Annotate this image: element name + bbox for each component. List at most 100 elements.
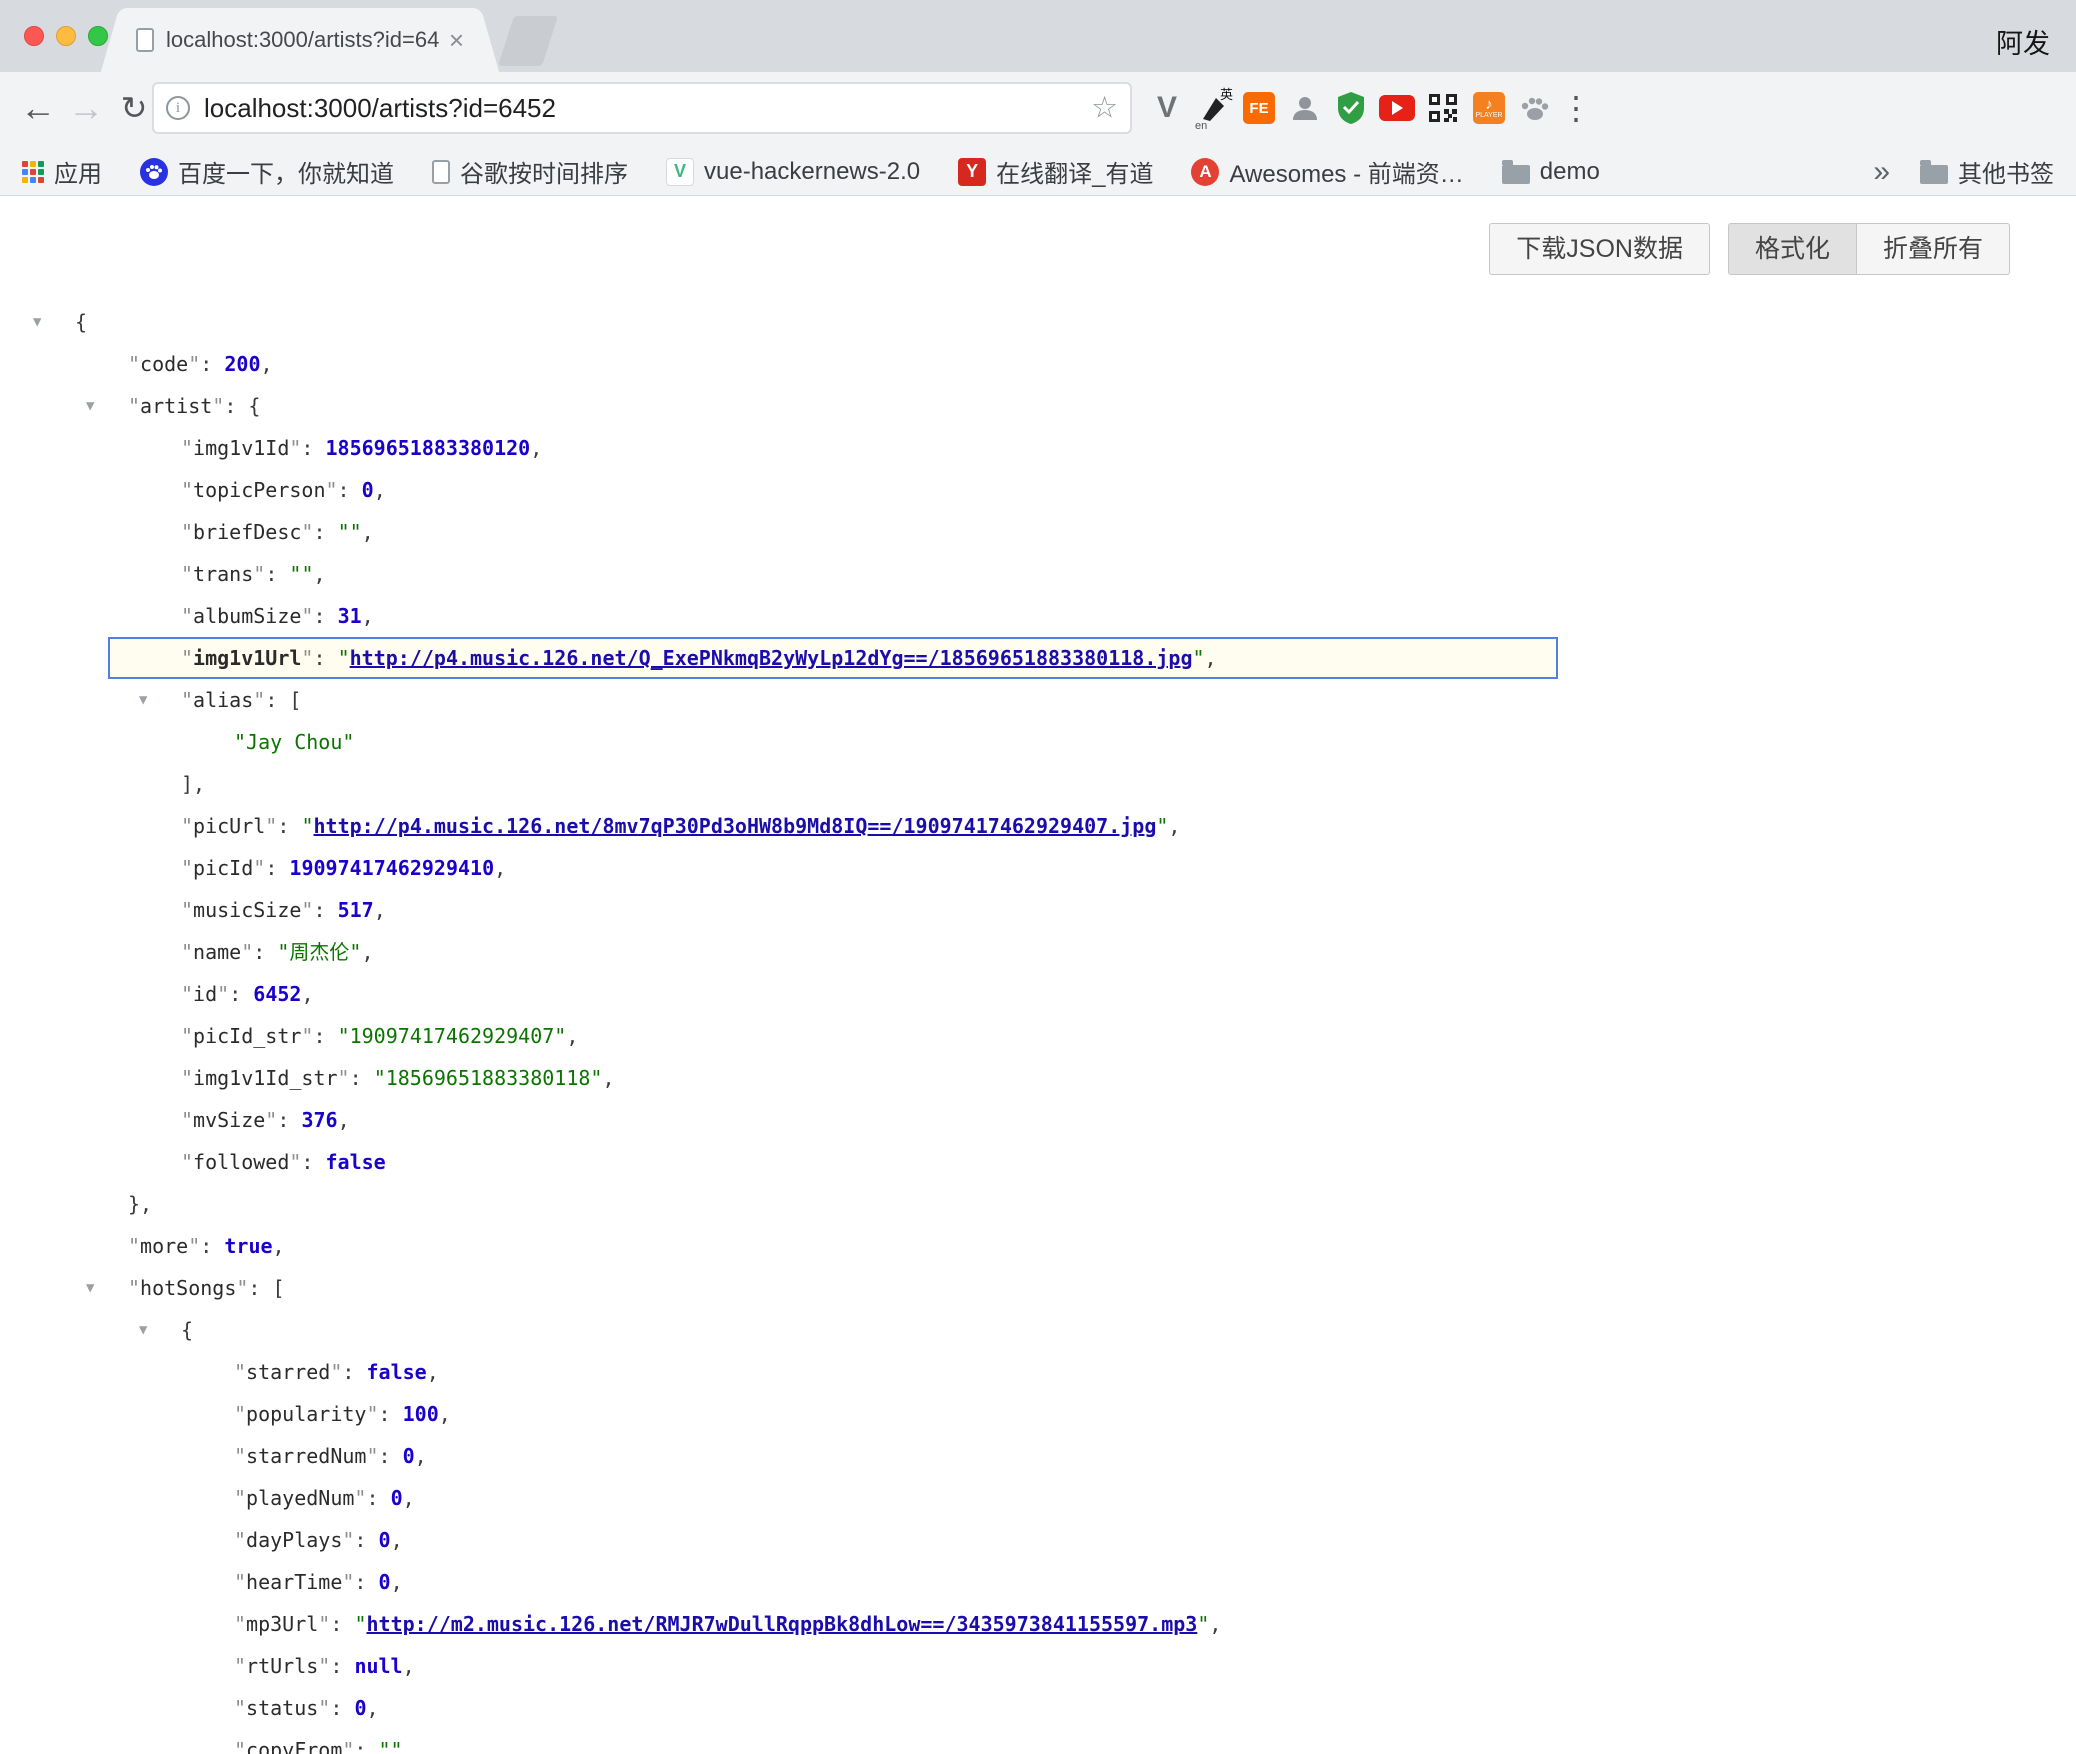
json-line: "hearTime": 0, xyxy=(0,1561,2076,1603)
json-line: "starredNum": 0, xyxy=(0,1435,2076,1477)
json-key: dayPlays xyxy=(246,1528,342,1552)
bookmark-apps[interactable]: 应用 xyxy=(22,154,102,189)
baidu-icon xyxy=(140,158,168,186)
json-line[interactable]: "img1v1Url": "http://p4.music.126.net/Q_… xyxy=(108,637,1558,679)
bookmark-item-vue-hackernews[interactable]: V vue-hackernews-2.0 xyxy=(666,158,920,186)
json-key: trans xyxy=(193,562,253,586)
json-tree: ▼{"code": 200,▼"artist": {"img1v1Id": 18… xyxy=(0,301,2076,1754)
extension-translate-icon[interactable]: 英 en xyxy=(1192,85,1234,131)
json-key: followed xyxy=(193,1150,289,1174)
browser-toolbar: ← → ↻ i localhost:3000/artists?id=6452 ☆… xyxy=(0,72,2076,148)
collapse-toggle-icon[interactable]: ▼ xyxy=(33,301,41,343)
extension-v-icon[interactable]: V xyxy=(1146,85,1188,131)
json-link[interactable]: http://m2.music.126.net/RMJR7wDullRqppBk… xyxy=(366,1612,1197,1636)
folder-icon xyxy=(1920,165,1948,184)
json-key: hearTime xyxy=(246,1570,342,1594)
json-key: more xyxy=(140,1234,188,1258)
json-line: "Jay Chou" xyxy=(0,721,2076,763)
json-link[interactable]: http://p4.music.126.net/8mv7qP30Pd3oHW8b… xyxy=(313,814,1156,838)
json-line: "name": "周杰伦", xyxy=(0,931,2076,973)
json-line: ▼{ xyxy=(0,1309,2076,1351)
json-key: albumSize xyxy=(193,604,301,628)
json-key: code xyxy=(140,352,188,376)
bookmark-item-awesomes[interactable]: A Awesomes - 前端资… xyxy=(1191,154,1463,189)
json-line: ▼"alias": [ xyxy=(0,679,2076,721)
download-json-button[interactable]: 下载JSON数据 xyxy=(1489,223,1710,275)
json-line: "code": 200, xyxy=(0,343,2076,385)
other-bookmarks[interactable]: 其他书签 xyxy=(1920,154,2054,189)
json-line: "picId_str": "19097417462929407", xyxy=(0,1015,2076,1057)
json-line: "starred": false, xyxy=(0,1351,2076,1393)
extension-player-icon[interactable]: ♪ PLAYER xyxy=(1468,85,1510,131)
new-tab-button[interactable] xyxy=(498,16,558,66)
address-bar[interactable]: i localhost:3000/artists?id=6452 ☆ xyxy=(152,82,1132,134)
json-line: "picId": 19097417462929410, xyxy=(0,847,2076,889)
collapse-toggle-icon[interactable]: ▼ xyxy=(86,1267,94,1309)
json-key: artist xyxy=(140,394,212,418)
json-line: "popularity": 100, xyxy=(0,1393,2076,1435)
json-line: "more": true, xyxy=(0,1225,2076,1267)
json-key: id xyxy=(193,982,217,1006)
forward-button[interactable]: → xyxy=(62,84,110,132)
bookmark-item-demo[interactable]: demo xyxy=(1502,158,1600,186)
json-line: "copyFrom": "", xyxy=(0,1729,2076,1754)
extension-paw-icon[interactable] xyxy=(1514,85,1556,131)
bookmark-item-youdao[interactable]: Y 在线翻译_有道 xyxy=(958,154,1153,189)
minimize-window-icon[interactable] xyxy=(56,26,76,46)
json-line: "dayPlays": 0, xyxy=(0,1519,2076,1561)
collapse-toggle-icon[interactable]: ▼ xyxy=(86,385,94,427)
folder-icon xyxy=(1502,165,1530,184)
browser-tab[interactable]: localhost:3000/artists?id=645 × xyxy=(122,8,478,72)
json-line: "albumSize": 31, xyxy=(0,595,2076,637)
json-key: topicPerson xyxy=(193,478,325,502)
maximize-window-icon[interactable] xyxy=(88,26,108,46)
bookmark-item-google-sort[interactable]: 谷歌按时间排序 xyxy=(432,154,628,189)
page-content: 下载JSON数据 格式化 折叠所有 ▼{"code": 200,▼"artist… xyxy=(0,197,2076,1754)
json-key: copyFrom xyxy=(246,1738,342,1754)
json-key: alias xyxy=(193,688,253,712)
collapse-toggle-icon[interactable]: ▼ xyxy=(139,1309,147,1351)
extension-youtube-icon[interactable] xyxy=(1376,85,1418,131)
extension-shield-icon[interactable] xyxy=(1330,85,1372,131)
json-key: hotSongs xyxy=(140,1276,236,1300)
youdao-icon: Y xyxy=(958,158,986,186)
json-line: "img1v1Id": 18569651883380120, xyxy=(0,427,2076,469)
extension-fe-icon[interactable]: FE xyxy=(1238,85,1280,131)
profile-name[interactable]: 阿发 xyxy=(1996,22,2050,61)
bookmarks-overflow-icon[interactable]: » xyxy=(1873,155,1890,189)
window-controls xyxy=(24,26,108,46)
json-key: picUrl xyxy=(193,814,265,838)
json-key: playedNum xyxy=(246,1486,354,1510)
json-line: ▼{ xyxy=(0,301,2076,343)
collapse-all-button[interactable]: 折叠所有 xyxy=(1856,223,2010,275)
json-key: starred xyxy=(246,1360,330,1384)
json-line: "topicPerson": 0, xyxy=(0,469,2076,511)
json-key: mvSize xyxy=(193,1108,265,1132)
json-key: starredNum xyxy=(246,1444,366,1468)
json-key: name xyxy=(193,940,241,964)
json-key: musicSize xyxy=(193,898,301,922)
browser-menu-icon[interactable]: ⋮ xyxy=(1560,89,1590,127)
extension-profile-icon[interactable] xyxy=(1284,85,1326,131)
json-line: ▼"hotSongs": [ xyxy=(0,1267,2076,1309)
bookmark-item-baidu[interactable]: 百度一下，你就知道 xyxy=(140,154,394,189)
address-input[interactable]: localhost:3000/artists?id=6452 xyxy=(204,93,556,124)
translate-sub-label: en xyxy=(1195,120,1207,132)
extension-qrcode-icon[interactable] xyxy=(1422,85,1464,131)
close-window-icon[interactable] xyxy=(24,26,44,46)
json-line: "briefDesc": "", xyxy=(0,511,2076,553)
json-link[interactable]: http://p4.music.126.net/Q_ExePNkmqB2yWyL… xyxy=(350,646,1193,670)
page-favicon-icon xyxy=(136,28,154,52)
extension-icons-row: V 英 en FE xyxy=(1146,82,1590,134)
reload-button[interactable]: ↻ xyxy=(110,84,158,132)
json-line: "img1v1Id_str": "18569651883380118", xyxy=(0,1057,2076,1099)
json-line: "picUrl": "http://p4.music.126.net/8mv7q… xyxy=(0,805,2076,847)
back-button[interactable]: ← xyxy=(14,84,62,132)
site-info-icon[interactable]: i xyxy=(166,96,190,120)
collapse-toggle-icon[interactable]: ▼ xyxy=(139,679,147,721)
json-line: "status": 0, xyxy=(0,1687,2076,1729)
bookmark-star-icon[interactable]: ☆ xyxy=(1091,91,1118,126)
format-button[interactable]: 格式化 xyxy=(1728,223,1857,275)
json-line: "id": 6452, xyxy=(0,973,2076,1015)
tab-close-icon[interactable]: × xyxy=(449,25,464,56)
